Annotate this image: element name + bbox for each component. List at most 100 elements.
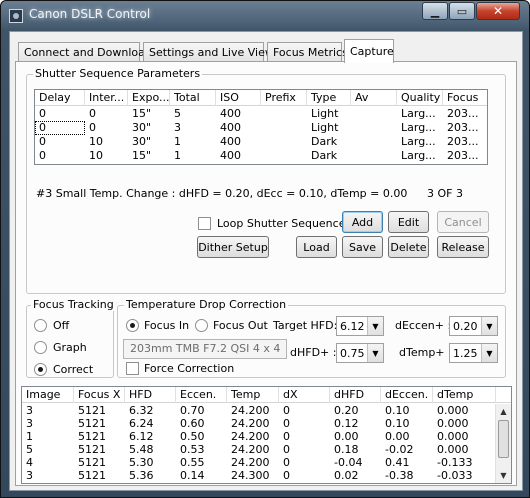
focus-tracking-legend: Focus Tracking xyxy=(31,298,116,311)
column-header[interactable]: Prefix xyxy=(261,90,307,106)
column-header[interactable]: Delay xyxy=(35,90,85,106)
temperature-drop-legend: Temperature Drop Correction xyxy=(124,298,289,311)
table-cell: 3 xyxy=(174,121,181,134)
table-row[interactable]: 4 5121 5.30 0.55 24.200 0 -0.04 0.41 -0.133 xyxy=(22,456,511,469)
table-cell: 0 xyxy=(283,417,290,430)
table-cell: Larg... xyxy=(401,121,436,134)
tab-settings-live-view[interactable]: Settings and Live View xyxy=(143,42,274,62)
table-row[interactable]: 0 0 15" 5 400 Light Larg... 203... xyxy=(35,107,487,121)
table-cell: 5121 xyxy=(78,417,106,430)
focus-out-radio[interactable] xyxy=(195,319,208,332)
column-header[interactable]: Expo... xyxy=(128,90,170,106)
table-cell: 5 xyxy=(174,107,181,120)
dhfd-plus-select[interactable]: 0.75 ▼ xyxy=(336,343,384,363)
focus-tracking-correct-radio[interactable] xyxy=(34,363,47,376)
column-header[interactable]: Total xyxy=(170,90,216,106)
table-cell: 4 xyxy=(26,456,33,469)
table-cell: 400 xyxy=(220,149,241,162)
edit-button[interactable]: Edit xyxy=(388,211,429,233)
release-button[interactable]: Release xyxy=(437,236,489,258)
table-cell: 1 xyxy=(26,430,33,443)
column-header[interactable]: dX xyxy=(279,387,330,403)
force-correction-checkbox[interactable] xyxy=(126,362,139,375)
column-header[interactable]: HFD xyxy=(125,387,176,403)
column-header[interactable]: dTemp xyxy=(433,387,496,403)
table-row[interactable]: 0 10 30" 1 400 Dark Larg... 203... xyxy=(35,135,487,149)
maximize-button[interactable]: ▭ xyxy=(449,2,475,20)
table-cell: 203... xyxy=(447,107,479,120)
table-cell: 6.12 xyxy=(129,430,154,443)
chevron-down-icon: ▼ xyxy=(367,344,383,362)
sequence-counter: 3 OF 3 xyxy=(427,187,463,200)
table-row[interactable]: 1 5121 6.12 0.50 24.200 0 0.00 0.00 0.000 xyxy=(22,430,511,443)
dither-setup-button[interactable]: Dither Setup xyxy=(197,236,269,258)
column-header[interactable]: Focus xyxy=(443,90,487,106)
focus-in-radio[interactable] xyxy=(126,319,139,332)
table-row[interactable]: 0 10 15" 1 400 Dark Larg... 203... xyxy=(35,149,487,163)
column-header[interactable]: Eccen. xyxy=(176,387,227,403)
column-header[interactable]: dHFD xyxy=(330,387,381,403)
minimize-button[interactable]: ▁ xyxy=(422,2,448,20)
table-cell: 0.10 xyxy=(385,404,410,417)
add-button[interactable]: Add xyxy=(342,211,383,233)
window-title: Canon DSLR Control xyxy=(29,7,151,21)
table-cell: 3 xyxy=(26,417,33,430)
scroll-down-icon[interactable]: ▼ xyxy=(496,468,511,483)
column-header[interactable]: Av xyxy=(351,90,397,106)
close-icon: ✕ xyxy=(492,4,504,18)
table-cell xyxy=(261,135,307,149)
delete-button[interactable]: Delete xyxy=(388,236,429,258)
column-header[interactable]: dEccen. xyxy=(381,387,433,403)
table-cell: 1 xyxy=(174,149,181,162)
table-cell: 24.200 xyxy=(231,456,270,469)
table-cell: 203... xyxy=(447,121,479,134)
table-cell: 0.20 xyxy=(334,404,359,417)
column-header[interactable]: ISO xyxy=(216,90,261,106)
focus-log-table[interactable]: Image Focus X HFD Eccen. Temp dX dHFD dE… xyxy=(21,386,512,484)
table-cell: 24.300 xyxy=(231,469,270,482)
target-hfd-select[interactable]: 6.12 ▼ xyxy=(336,316,384,336)
table-row[interactable]: 0 0 30" 3 400 Light Larg... 203... xyxy=(35,121,487,135)
tab-capture[interactable]: Capture xyxy=(344,39,394,63)
shutter-sequence-table[interactable]: Delay Inter... Expo... Total ISO Prefix … xyxy=(34,89,488,165)
table-row[interactable]: 3 5121 6.32 0.70 24.200 0 0.20 0.10 0.000 xyxy=(22,404,511,417)
sequence-status-text: #3 Small Temp. Change : dHFD = 0.20, dEc… xyxy=(36,187,408,200)
chevron-down-icon: ▼ xyxy=(481,344,497,362)
column-header[interactable]: Focus X xyxy=(74,387,125,403)
table-cell: Dark xyxy=(311,135,338,148)
deccen-plus-select[interactable]: 0.20 ▼ xyxy=(449,316,498,336)
load-button[interactable]: Load xyxy=(296,236,337,258)
save-button[interactable]: Save xyxy=(342,236,383,258)
tab-focus-metrics[interactable]: Focus Metrics xyxy=(267,42,348,62)
column-header[interactable]: Quality xyxy=(397,90,443,106)
table-cell: 5.30 xyxy=(129,456,154,469)
table-cell: 0.70 xyxy=(180,404,205,417)
scroll-up-icon[interactable]: ▲ xyxy=(496,404,511,419)
focus-tracking-off-label: Off xyxy=(53,319,70,332)
loop-shutter-sequence-checkbox[interactable] xyxy=(198,217,211,230)
cancel-button[interactable]: Cancel xyxy=(437,211,489,233)
column-header[interactable]: Inter... xyxy=(85,90,128,106)
telescope-profile-field[interactable]: 203mm TMB F7.2 QSI 4 x 4 xyxy=(123,339,287,359)
table-row[interactable]: 5 5121 5.48 0.53 24.200 0 0.18 -0.02 0.000 xyxy=(22,443,511,456)
table-row[interactable]: 3 5121 5.36 0.14 24.300 0 0.02 -0.38 -0.033 xyxy=(22,469,511,482)
column-header[interactable]: Type xyxy=(307,90,351,106)
column-header[interactable]: Image xyxy=(22,387,74,403)
title-bar[interactable]: Canon DSLR Control ▁ ▭ ✕ xyxy=(1,1,529,31)
focus-tracking-off-radio[interactable] xyxy=(34,319,47,332)
table-cell: 3 xyxy=(26,469,33,482)
table-cell: 15" xyxy=(132,149,152,162)
dtemp-plus-label: dTemp+ : xyxy=(399,346,452,359)
focus-tracking-graph-radio[interactable] xyxy=(34,341,47,354)
table-cell: 203... xyxy=(447,149,479,162)
vertical-scrollbar[interactable]: ▲ ▼ xyxy=(495,404,511,483)
capture-panel: Shutter Sequence Parameters Delay Inter.… xyxy=(15,61,517,486)
table-cell: 0.000 xyxy=(437,404,469,417)
close-button[interactable]: ✕ xyxy=(476,2,520,20)
scroll-thumb[interactable] xyxy=(498,420,509,458)
table-cell: -0.133 xyxy=(437,456,473,469)
table-row[interactable]: 3 5121 6.24 0.60 24.200 0 0.12 0.10 0.000 xyxy=(22,417,511,430)
dtemp-plus-select[interactable]: 1.25 ▼ xyxy=(449,343,498,363)
column-header[interactable]: Temp xyxy=(227,387,279,403)
tab-connect-download[interactable]: Connect and Download xyxy=(18,42,152,62)
